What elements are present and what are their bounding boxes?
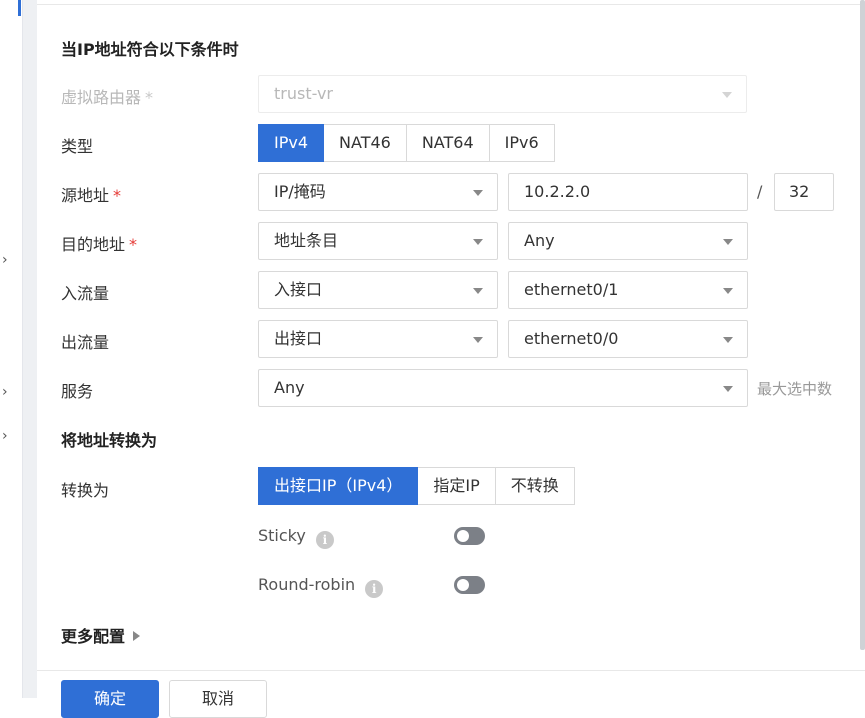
type-label: 类型 (61, 137, 94, 156)
ingress-interface-select[interactable]: ethernet0/1 (508, 271, 748, 309)
caret-right-icon (133, 631, 141, 641)
translate-section-title: 将地址转换为 (61, 431, 158, 450)
ingress-label: 入流量 (61, 284, 110, 303)
destination-mode-select[interactable]: 地址条目 (258, 222, 498, 260)
translate-option-egress-ip[interactable]: 出接口IP（IPv4） (258, 467, 419, 505)
ingress-mode-select[interactable]: 入接口 (258, 271, 498, 309)
type-option-ipv6[interactable]: IPv6 (489, 124, 555, 162)
egress-interface-select[interactable]: ethernet0/0 (508, 320, 748, 358)
source-address-label: 源地址 * (61, 186, 122, 205)
chevron-down-icon (723, 239, 733, 245)
service-select[interactable]: Any (258, 369, 748, 407)
source-mask-input[interactable]: 32 (774, 173, 834, 211)
type-option-ipv4[interactable]: IPv4 (258, 124, 325, 162)
translate-option-specified-ip[interactable]: 指定IP (418, 467, 496, 505)
chevron-down-icon (723, 386, 733, 392)
virtual-router-label: 虚拟路由器 * (61, 88, 154, 107)
divider (37, 4, 865, 5)
type-option-nat46[interactable]: NAT46 (324, 124, 407, 162)
info-icon[interactable]: i (315, 531, 334, 549)
chevron-down-icon (473, 190, 483, 196)
more-config-toggle[interactable]: 更多配置 (61, 623, 141, 647)
nav-active-indicator (18, 0, 21, 16)
chevron-down-icon (473, 239, 483, 245)
condition-section-title: 当IP地址符合以下条件时 (61, 40, 239, 59)
chevron-down-icon (473, 337, 483, 343)
chevron-down-icon (723, 288, 733, 294)
service-max-hint: 最大选中数 (757, 380, 833, 398)
destination-address-label: 目的地址 * (61, 235, 138, 254)
page-gutter (23, 0, 37, 698)
required-mark: * (113, 186, 122, 205)
scrollbar[interactable] (860, 0, 865, 650)
required-mark: * (145, 88, 154, 107)
translate-option-no-translate[interactable]: 不转换 (495, 467, 575, 505)
chevron-down-icon (473, 288, 483, 294)
round-robin-toggle[interactable] (454, 576, 485, 594)
service-label: 服务 (61, 382, 94, 401)
info-icon[interactable]: i (365, 580, 384, 598)
egress-label: 出流量 (61, 333, 110, 352)
chevron-down-icon (723, 337, 733, 343)
cancel-button[interactable]: 取消 (169, 680, 267, 718)
source-mode-select[interactable]: IP/掩码 (258, 173, 498, 211)
left-nav-strip: › › › (0, 0, 23, 698)
chevron-right-icon[interactable]: › (2, 429, 16, 443)
translate-to-segmented-control: 出接口IP（IPv4） 指定IP 不转换 (258, 467, 575, 505)
sticky-label: Sticky i (258, 526, 334, 549)
required-mark: * (129, 235, 138, 254)
round-robin-label: Round-robin i (258, 575, 384, 598)
translate-to-label: 转换为 (61, 481, 110, 500)
footer-divider (37, 670, 865, 671)
destination-value-select[interactable]: Any (508, 222, 748, 260)
chevron-down-icon (722, 92, 732, 98)
egress-mode-select[interactable]: 出接口 (258, 320, 498, 358)
sticky-toggle[interactable] (454, 527, 485, 545)
source-ip-input[interactable]: 10.2.2.0 (508, 173, 748, 211)
virtual-router-select[interactable]: trust-vr (258, 75, 747, 113)
confirm-button[interactable]: 确定 (61, 680, 159, 718)
chevron-right-icon[interactable]: › (2, 253, 16, 267)
type-option-nat64[interactable]: NAT64 (406, 124, 490, 162)
type-segmented-control: IPv4 NAT46 NAT64 IPv6 (258, 124, 555, 162)
mask-separator: / (757, 182, 763, 201)
chevron-right-icon[interactable]: › (2, 385, 16, 399)
